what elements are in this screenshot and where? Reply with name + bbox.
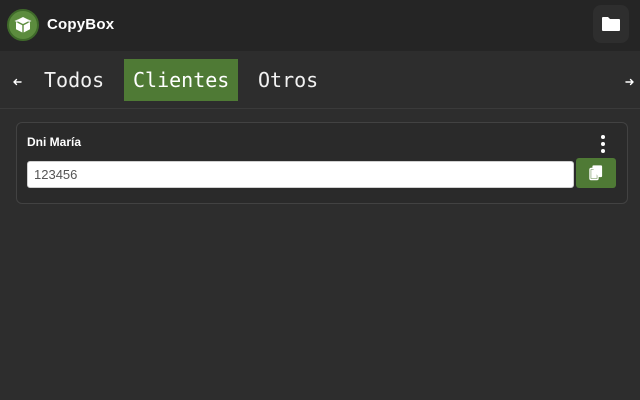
app-header: CopyBox xyxy=(0,0,640,51)
app-title: CopyBox xyxy=(47,16,115,33)
folder-button[interactable] xyxy=(593,5,629,43)
box-icon xyxy=(7,9,39,41)
copy-button[interactable] xyxy=(576,158,616,188)
kebab-menu-icon[interactable] xyxy=(596,135,610,153)
arrow-right-icon xyxy=(625,78,634,86)
arrow-left-icon xyxy=(13,78,22,86)
category-tabs: Todos Clientes Otros xyxy=(0,51,640,109)
folder-icon xyxy=(602,17,620,31)
tabs-prev-button[interactable] xyxy=(9,74,25,90)
tab-clientes[interactable]: Clientes xyxy=(124,59,239,101)
entry-card: Dni María xyxy=(16,122,628,204)
copy-icon xyxy=(589,165,603,181)
entry-title: Dni María xyxy=(27,135,82,149)
entry-value-field[interactable] xyxy=(27,161,574,188)
tabs-next-button[interactable] xyxy=(622,74,638,90)
tab-otros[interactable]: Otros xyxy=(249,59,327,101)
tab-todos[interactable]: Todos xyxy=(35,59,113,101)
